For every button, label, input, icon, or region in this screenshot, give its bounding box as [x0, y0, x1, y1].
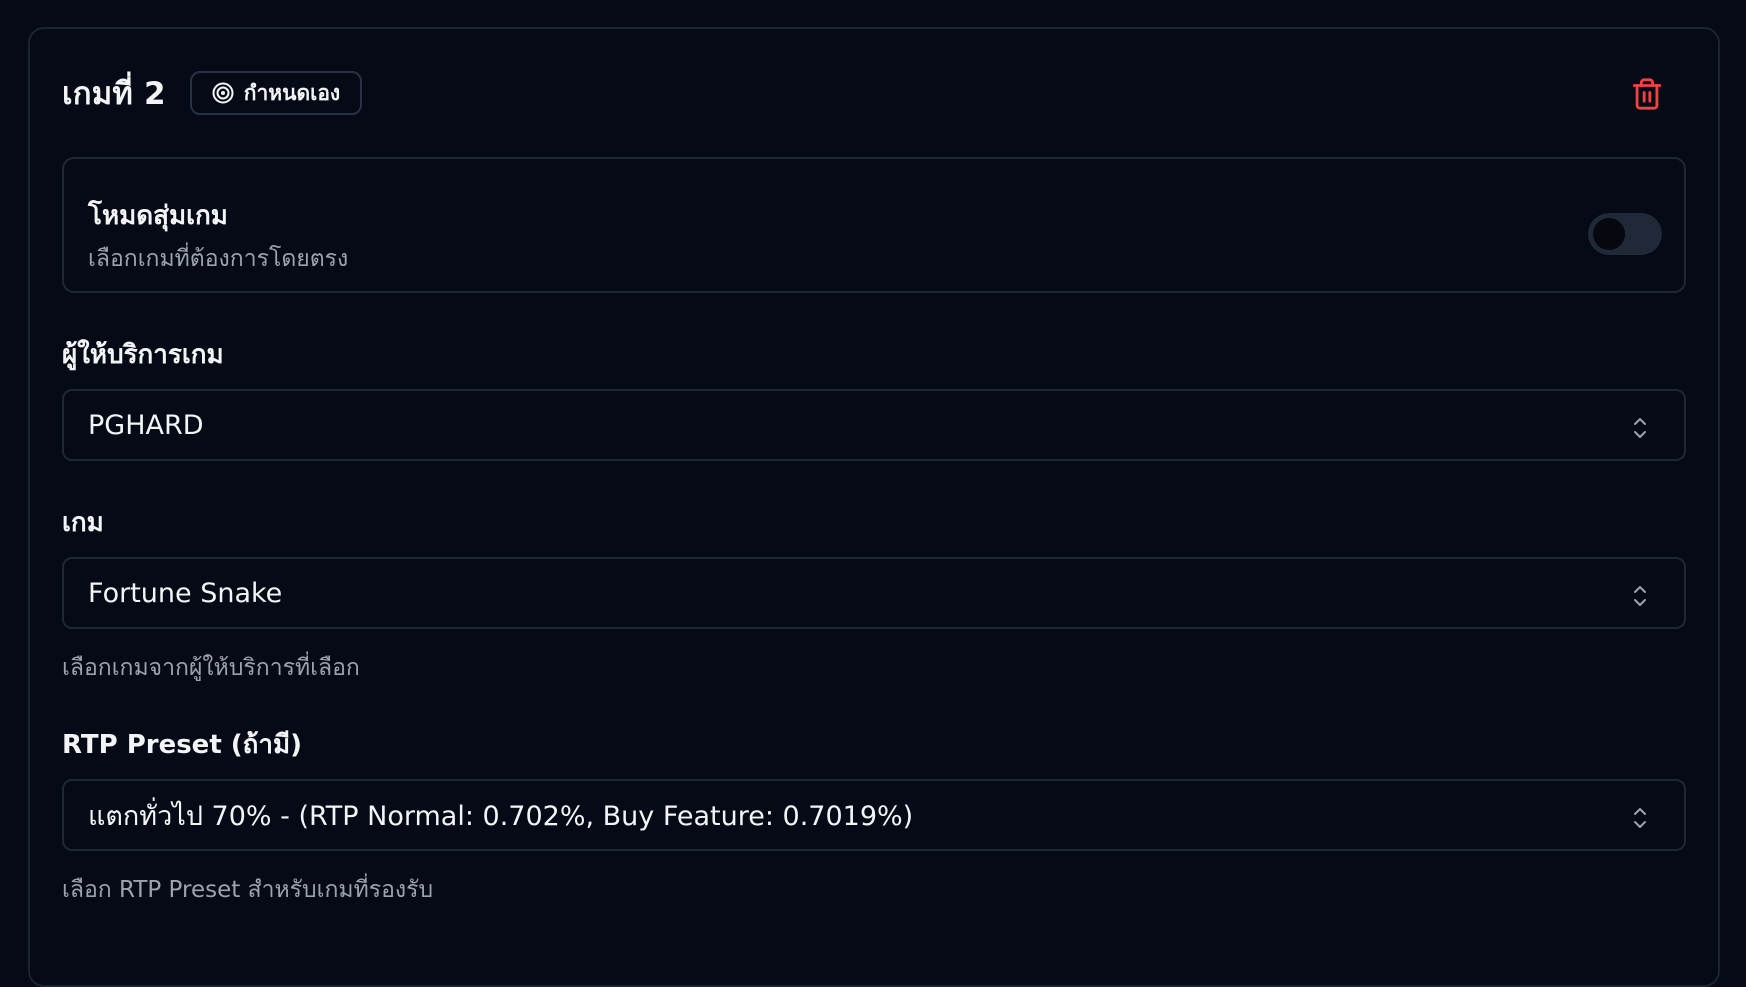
- rtp-value: แตกทั่วไป 70% - (RTP Normal: 0.702%, Buy…: [88, 800, 914, 832]
- game-header: เกมที่ 2 กำหนดเอง: [62, 70, 363, 116]
- badge-label: กำหนดเอง: [243, 80, 341, 105]
- provider-select[interactable]: PGHARD: [62, 389, 1686, 461]
- toggle-knob: [1593, 218, 1625, 250]
- game-label: เกม: [62, 508, 104, 538]
- game-help-text: เลือกเกมจากผู้ให้บริการที่เลือก: [62, 655, 360, 681]
- provider-label: ผู้ให้บริการเกม: [62, 340, 224, 370]
- rtp-label: RTP Preset (ถ้ามี): [62, 730, 303, 760]
- chevron-up-down-icon: [1632, 415, 1648, 446]
- target-icon: [212, 82, 234, 104]
- random-mode-toggle[interactable]: [1588, 213, 1662, 255]
- rtp-preset-select[interactable]: แตกทั่วไป 70% - (RTP Normal: 0.702%, Buy…: [62, 779, 1686, 851]
- random-mode-subtitle: เลือกเกมที่ต้องการโดยตรง: [88, 246, 349, 272]
- trash-icon[interactable]: [1630, 76, 1664, 112]
- game-title: เกมที่ 2: [62, 76, 166, 112]
- random-mode-title: โหมดสุ่มเกม: [88, 201, 228, 231]
- rtp-help-text: เลือก RTP Preset สำหรับเกมที่รองรับ: [62, 877, 434, 903]
- provider-value: PGHARD: [88, 409, 204, 441]
- game-select[interactable]: Fortune Snake: [62, 557, 1686, 629]
- game-value: Fortune Snake: [88, 577, 283, 609]
- custom-mode-badge: กำหนดเอง: [189, 71, 363, 115]
- random-mode-panel: โหมดสุ่มเกม เลือกเกมที่ต้องการโดยตรง: [62, 157, 1686, 293]
- chevron-up-down-icon: [1632, 583, 1648, 614]
- chevron-up-down-icon: [1632, 805, 1648, 836]
